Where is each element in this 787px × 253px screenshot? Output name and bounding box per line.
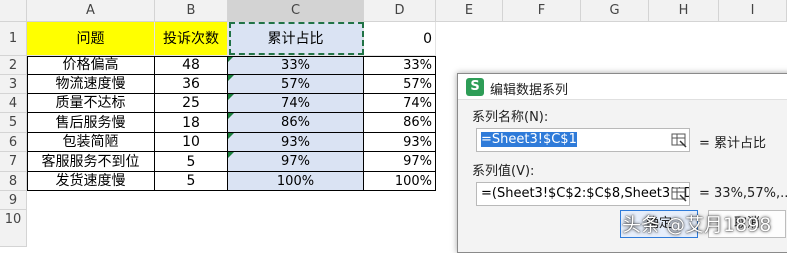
series-name-input[interactable]: =Sheet3!$C$1: [476, 128, 690, 152]
row-header-7[interactable]: 7: [0, 152, 27, 172]
cell-b5[interactable]: 18: [155, 113, 228, 133]
cell-c8[interactable]: 100%: [228, 172, 364, 191]
cell-b8[interactable]: 5: [155, 172, 228, 191]
cell-c7-value: 97%: [281, 154, 310, 169]
cell-a7[interactable]: 客服服务不到位: [27, 152, 155, 172]
column-header-f[interactable]: F: [503, 0, 581, 22]
cell-c5-value: 86%: [281, 115, 310, 130]
row-header-1[interactable]: 1: [0, 22, 27, 56]
series-name-value: =Sheet3!$C$1: [481, 132, 577, 147]
row-header-8[interactable]: 8: [0, 172, 27, 191]
cell-c5[interactable]: 86%: [228, 113, 364, 133]
row-header-6[interactable]: 6: [0, 133, 27, 152]
cell-b6[interactable]: 10: [155, 133, 228, 152]
cell-c3-value: 57%: [281, 77, 310, 92]
cell-c6-value: 93%: [281, 135, 310, 150]
cell-d6[interactable]: 93%: [364, 133, 436, 152]
error-indicator-icon: [228, 56, 234, 62]
select-all-corner[interactable]: [0, 0, 27, 22]
cell-c1[interactable]: 累计占比: [228, 22, 364, 56]
cell-b7[interactable]: 5: [155, 152, 228, 172]
cell-c6[interactable]: 93%: [228, 133, 364, 152]
column-header-c[interactable]: C: [228, 0, 364, 22]
row-header-3[interactable]: 3: [0, 75, 27, 94]
series-name-result: = 累计占比: [699, 136, 767, 151]
cell-d4[interactable]: 74%: [364, 94, 436, 113]
cell-c4-value: 74%: [281, 96, 310, 111]
column-header-h[interactable]: H: [649, 0, 719, 22]
series-values-input[interactable]: =(Sheet3!$C$2:$C$8,Sheet3!$D$: [476, 182, 690, 206]
column-header-g[interactable]: G: [581, 0, 649, 22]
cell-d1[interactable]: 0: [364, 22, 436, 56]
cell-a3[interactable]: 物流速度慢: [27, 75, 155, 94]
cell-d8[interactable]: 100%: [364, 172, 436, 191]
cell-c2-value: 33%: [281, 58, 310, 73]
range-select-icon[interactable]: [670, 185, 688, 203]
cell-b1[interactable]: 投诉次数: [155, 22, 228, 56]
row-header-2[interactable]: 2: [0, 56, 27, 75]
cell-a6[interactable]: 包装简陋: [27, 133, 155, 152]
error-indicator-icon: [228, 94, 234, 100]
column-header-e[interactable]: E: [436, 0, 503, 22]
cell-b2[interactable]: 48: [155, 56, 228, 75]
row-header-4[interactable]: 4: [0, 94, 27, 113]
row-header-5[interactable]: 5: [0, 113, 27, 133]
column-header-i[interactable]: I: [719, 0, 787, 22]
cell-d7[interactable]: 97%: [364, 152, 436, 172]
series-values-label: 系列值(V):: [472, 164, 535, 179]
dialog-title: 编辑数据系列: [490, 83, 569, 98]
series-name-label: 系列名称(N):: [472, 110, 549, 125]
cell-c2[interactable]: 33%: [228, 56, 364, 75]
wps-spreadsheet-icon: S: [466, 78, 484, 96]
watermark-text: 头条 @艾月1898: [622, 214, 772, 236]
cell-a5[interactable]: 售后服务慢: [27, 113, 155, 133]
range-select-icon[interactable]: [670, 131, 688, 149]
cell-a1[interactable]: 问题: [27, 22, 155, 56]
cell-d3[interactable]: 57%: [364, 75, 436, 94]
cell-a4[interactable]: 质量不达标: [27, 94, 155, 113]
column-header-a[interactable]: A: [27, 0, 155, 22]
dialog-title-bar[interactable]: S 编辑数据系列: [458, 74, 787, 100]
cell-b4[interactable]: 25: [155, 94, 228, 113]
cell-a8[interactable]: 发货速度慢: [27, 172, 155, 191]
row-header-9[interactable]: 9: [0, 191, 27, 210]
error-indicator-icon: [228, 75, 234, 81]
cell-b3[interactable]: 36: [155, 75, 228, 94]
cell-a2[interactable]: 价格偏高: [27, 56, 155, 75]
row-header-10[interactable]: 10: [0, 210, 27, 247]
error-indicator-icon: [228, 152, 234, 158]
column-header-d[interactable]: D: [364, 0, 436, 22]
cell-c7[interactable]: 97%: [228, 152, 364, 172]
series-values-result: = 33%,57%,...: [699, 186, 787, 201]
cell-d5[interactable]: 86%: [364, 113, 436, 133]
error-indicator-icon: [228, 113, 234, 119]
error-indicator-icon: [228, 133, 234, 139]
column-header-b[interactable]: B: [155, 0, 228, 22]
cell-d2[interactable]: 33%: [364, 56, 436, 75]
cell-c3[interactable]: 57%: [228, 75, 364, 94]
cell-c4[interactable]: 74%: [228, 94, 364, 113]
